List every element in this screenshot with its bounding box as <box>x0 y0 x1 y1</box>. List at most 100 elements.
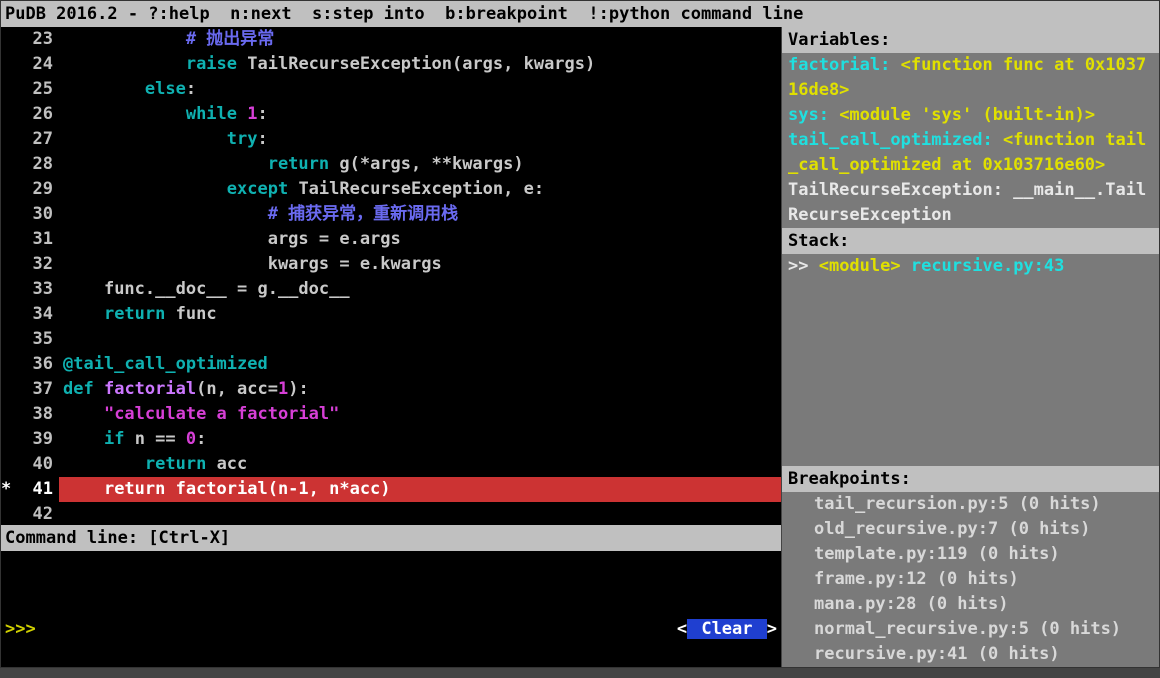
prompt: >>> <box>5 617 36 641</box>
stack-location: recursive.py:43 <box>911 256 1065 276</box>
clear-button[interactable]: < Clear > <box>574 593 777 665</box>
line-marker <box>1 377 13 402</box>
line-number: 30 <box>13 202 59 227</box>
command-line-label: Command line: [Ctrl-X] <box>1 525 781 551</box>
line-number: 23 <box>13 27 59 52</box>
line-source: return func <box>59 302 781 327</box>
line-number: 37 <box>13 377 59 402</box>
line-number: 32 <box>13 252 59 277</box>
breakpoint-entry[interactable]: mana.py:28 (0 hits) <box>788 592 1153 617</box>
line-number: 27 <box>13 127 59 152</box>
left-pane: 23 # 抛出异常24 raise TailRecurseException(a… <box>1 27 781 667</box>
stack-pointer: >> <box>788 256 819 276</box>
line-marker <box>1 452 13 477</box>
line-source: else: <box>59 77 781 102</box>
line-marker <box>1 277 13 302</box>
variables-header[interactable]: Variables: <box>782 27 1159 53</box>
line-marker <box>1 502 13 525</box>
line-number: 36 <box>13 352 59 377</box>
line-marker <box>1 352 13 377</box>
code-line[interactable]: 28 return g(*args, **kwargs) <box>1 152 781 177</box>
breakpoint-entry[interactable]: recursive.py:41 (0 hits) <box>788 642 1153 667</box>
code-line[interactable]: 27 try: <box>1 127 781 152</box>
line-marker <box>1 77 13 102</box>
code-line[interactable]: 37def factorial(n, acc=1): <box>1 377 781 402</box>
clear-right: > <box>767 619 777 639</box>
breakpoint-entry[interactable]: frame.py:12 (0 hits) <box>788 567 1153 592</box>
line-source: if n == 0: <box>59 427 781 452</box>
line-marker <box>1 152 13 177</box>
line-source: # 抛出异常 <box>59 27 781 52</box>
title-bar: PuDB 2016.2 - ?:help n:next s:step into … <box>1 1 1159 27</box>
line-marker <box>1 402 13 427</box>
code-view[interactable]: 23 # 抛出异常24 raise TailRecurseException(a… <box>1 27 781 525</box>
line-source: return acc <box>59 452 781 477</box>
breakpoints-panel[interactable]: tail_recursion.py:5 (0 hits)old_recursiv… <box>782 492 1159 667</box>
line-number: 28 <box>13 152 59 177</box>
right-pane: Variables: factorial: <function func at … <box>781 27 1159 667</box>
line-source: @tail_call_optimized <box>59 352 781 377</box>
code-line[interactable]: 39 if n == 0: <box>1 427 781 452</box>
code-line[interactable]: 42 <box>1 502 781 525</box>
line-marker: * <box>1 477 13 502</box>
code-line[interactable]: 25 else: <box>1 77 781 102</box>
line-source: args = e.args <box>59 227 781 252</box>
variable-name: sys: <box>788 105 839 125</box>
code-line[interactable]: 24 raise TailRecurseException(args, kwar… <box>1 52 781 77</box>
variable-entry[interactable]: factorial: <function func at 0x103716de8… <box>788 53 1153 103</box>
breakpoint-entry[interactable]: tail_recursion.py:5 (0 hits) <box>788 492 1153 517</box>
breakpoints-header[interactable]: Breakpoints: <box>782 466 1159 492</box>
line-number: 24 <box>13 52 59 77</box>
code-line[interactable]: 30 # 捕获异常，重新调用栈 <box>1 202 781 227</box>
code-line[interactable]: *41 return factorial(n-1, n*acc) <box>1 477 781 502</box>
line-source: def factorial(n, acc=1): <box>59 377 781 402</box>
line-source: return g(*args, **kwargs) <box>59 152 781 177</box>
code-line[interactable]: 32 kwargs = e.kwargs <box>1 252 781 277</box>
line-number: 34 <box>13 302 59 327</box>
line-number: 42 <box>13 502 59 525</box>
code-line[interactable]: 23 # 抛出异常 <box>1 27 781 52</box>
line-number: 26 <box>13 102 59 127</box>
main-area: 23 # 抛出异常24 raise TailRecurseException(a… <box>1 27 1159 667</box>
line-source: "calculate a factorial" <box>59 402 781 427</box>
line-source: kwargs = e.kwargs <box>59 252 781 277</box>
line-source: raise TailRecurseException(args, kwargs) <box>59 52 781 77</box>
line-marker <box>1 127 13 152</box>
line-number: 41 <box>13 477 59 502</box>
variable-name: factorial: <box>788 55 901 75</box>
stack-panel[interactable]: >> <module> recursive.py:43 <box>782 254 1159 466</box>
command-line[interactable]: >>> < Clear > <box>1 591 781 667</box>
line-source: # 捕获异常，重新调用栈 <box>59 202 781 227</box>
breakpoint-entry[interactable]: normal_recursive.py:5 (0 hits) <box>788 617 1153 642</box>
line-number: 33 <box>13 277 59 302</box>
code-line[interactable]: 31 args = e.args <box>1 227 781 252</box>
line-source: while 1: <box>59 102 781 127</box>
stack-frame[interactable]: >> <module> recursive.py:43 <box>788 254 1153 279</box>
line-number: 25 <box>13 77 59 102</box>
clear-left: < <box>677 619 687 639</box>
code-line[interactable]: 40 return acc <box>1 452 781 477</box>
variable-entry[interactable]: tail_call_optimized: <function tail_call… <box>788 128 1153 178</box>
code-line[interactable]: 36@tail_call_optimized <box>1 352 781 377</box>
breakpoint-entry[interactable]: old_recursive.py:7 (0 hits) <box>788 517 1153 542</box>
code-line[interactable]: 38 "calculate a factorial" <box>1 402 781 427</box>
variable-name: tail_call_optimized: <box>788 130 1003 150</box>
breakpoint-entry[interactable]: template.py:119 (0 hits) <box>788 542 1153 567</box>
line-number: 35 <box>13 327 59 352</box>
code-line[interactable]: 35 <box>1 327 781 352</box>
line-source: try: <box>59 127 781 152</box>
line-number: 29 <box>13 177 59 202</box>
code-line[interactable]: 26 while 1: <box>1 102 781 127</box>
line-source: return factorial(n-1, n*acc) <box>59 477 781 502</box>
code-line[interactable]: 34 return func <box>1 302 781 327</box>
variables-panel[interactable]: factorial: <function func at 0x103716de8… <box>782 53 1159 228</box>
line-number: 39 <box>13 427 59 452</box>
line-marker <box>1 252 13 277</box>
variable-entry[interactable]: sys: <module 'sys' (built-in)> <box>788 103 1153 128</box>
code-line[interactable]: 33 func.__doc__ = g.__doc__ <box>1 277 781 302</box>
variable-entry[interactable]: TailRecurseException: __main__.TailRecur… <box>788 178 1153 228</box>
stack-header[interactable]: Stack: <box>782 228 1159 254</box>
stack-frame-name: <module> <box>819 256 911 276</box>
line-marker <box>1 227 13 252</box>
code-line[interactable]: 29 except TailRecurseException, e: <box>1 177 781 202</box>
